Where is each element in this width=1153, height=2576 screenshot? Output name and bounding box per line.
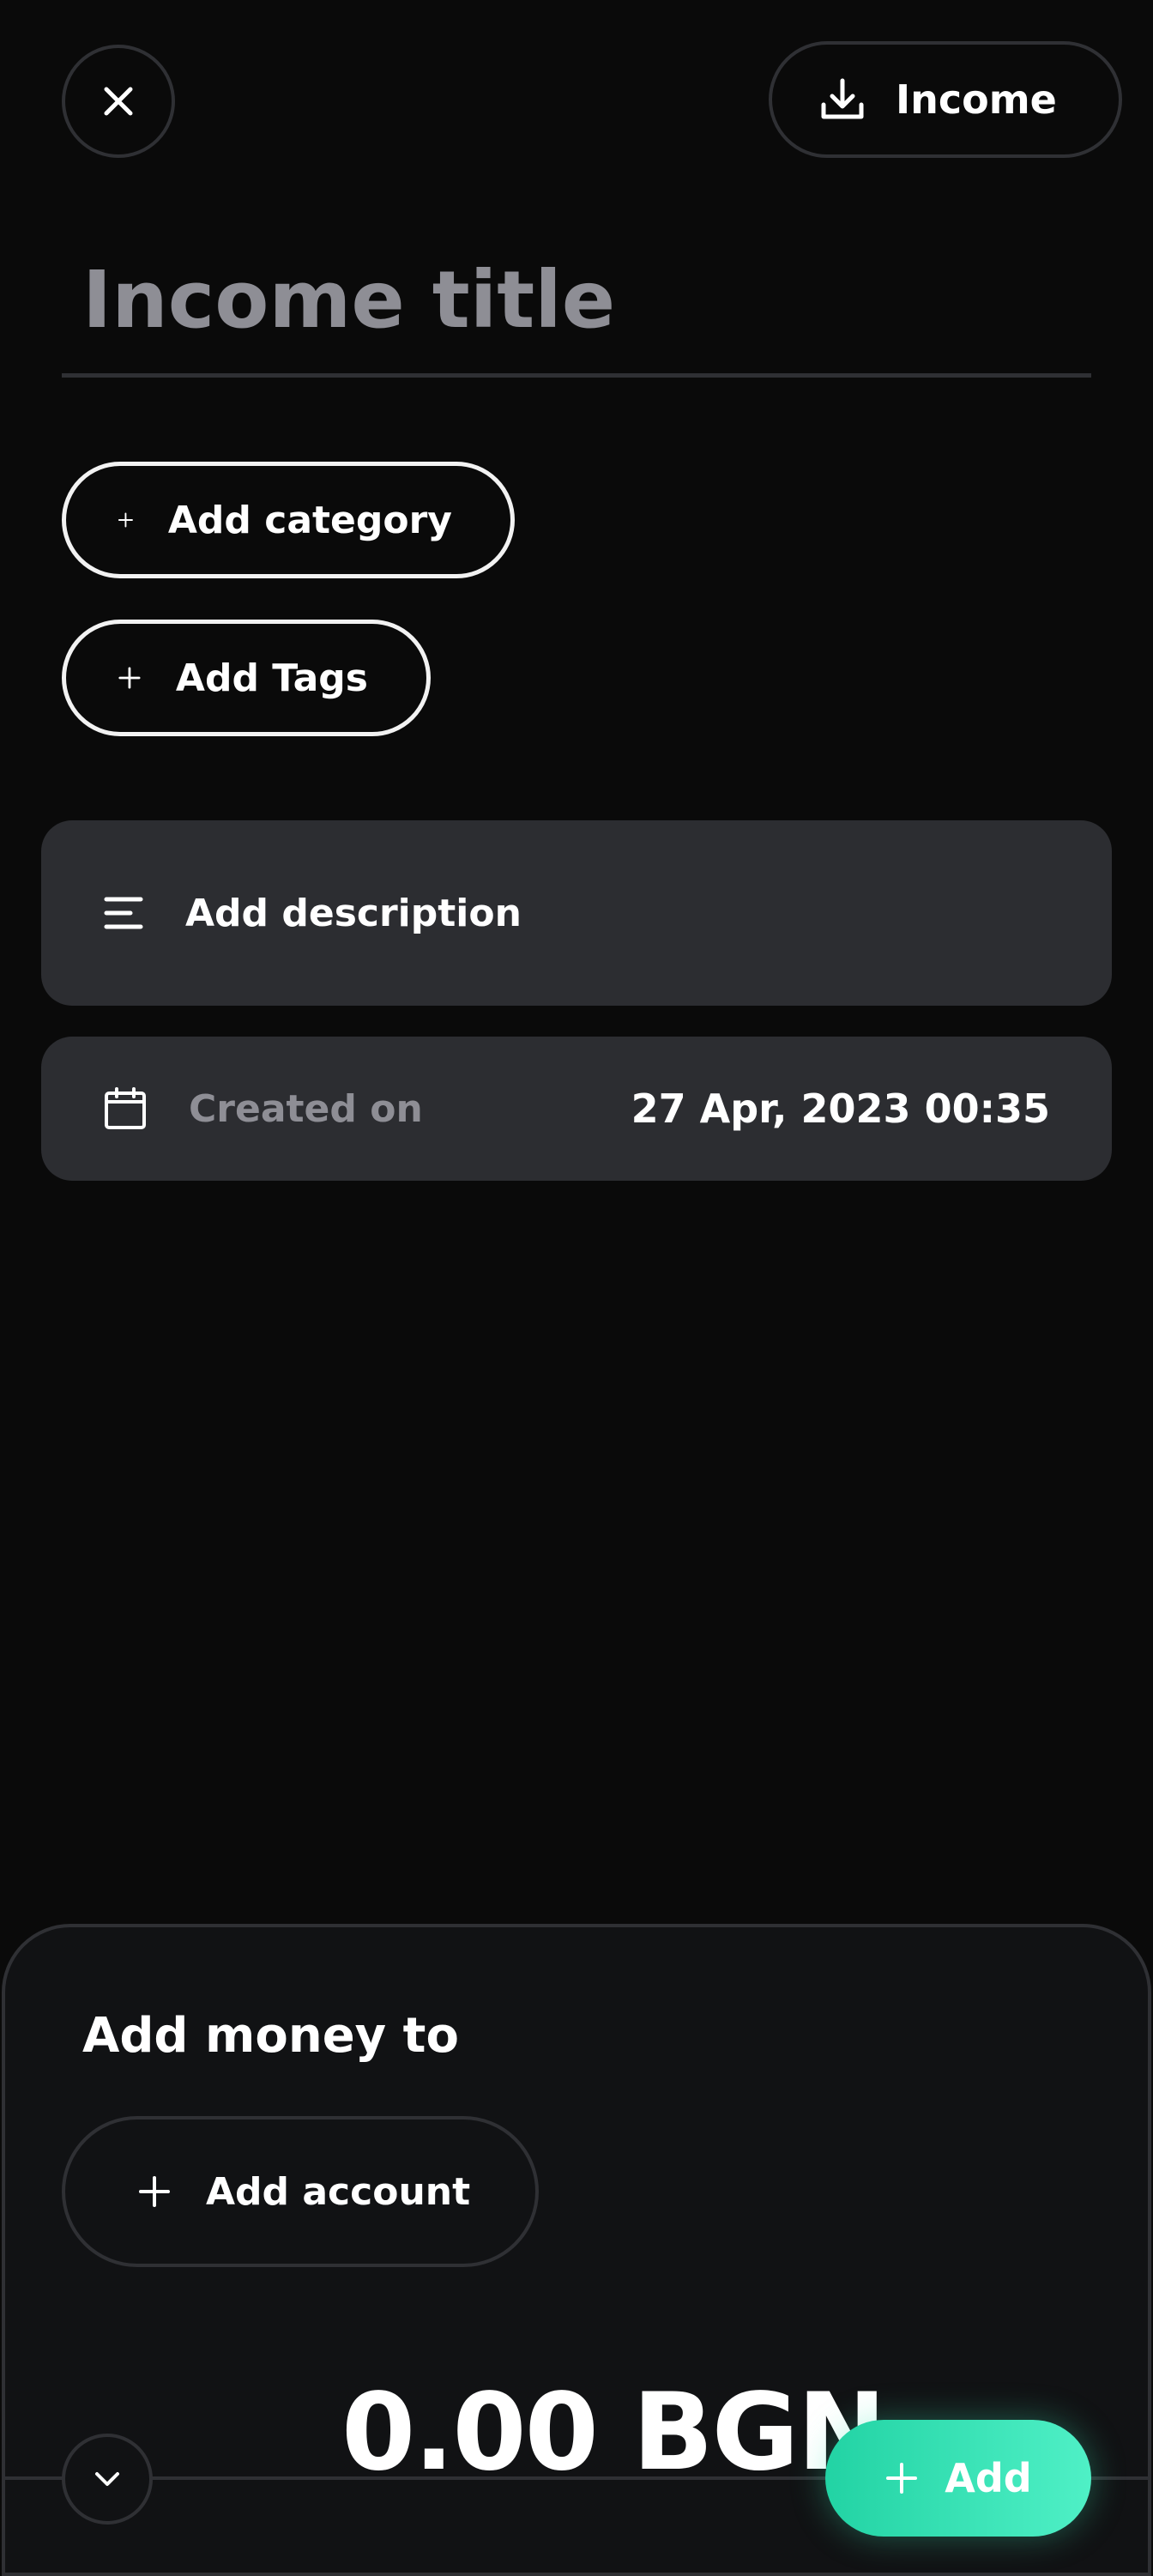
add-tags-button[interactable]: Add Tags: [62, 620, 431, 736]
add-category-button[interactable]: Add category: [62, 462, 515, 578]
sheet-title: Add money to: [82, 2008, 459, 2064]
download-icon: [821, 78, 864, 119]
calendar-icon: [105, 1087, 146, 1129]
plus-icon: [118, 512, 133, 528]
created-on-card[interactable]: Created on 27 Apr, 2023 00:35: [41, 1037, 1112, 1181]
add-tags-label: Add Tags: [175, 656, 368, 700]
chevron-down-icon: [95, 2472, 119, 2486]
add-description-label: Add description: [185, 891, 522, 935]
add-account-button[interactable]: Add account: [62, 2116, 539, 2267]
plus-icon: [886, 2463, 918, 2494]
add-description-card[interactable]: Add description: [41, 820, 1112, 1006]
transaction-type-label: Income: [896, 76, 1057, 123]
add-account-label: Add account: [206, 2169, 471, 2214]
amount-value: 0.00 BGN: [341, 2371, 886, 2478]
plus-icon: [139, 2176, 170, 2207]
collapse-sheet-button[interactable]: [62, 2434, 153, 2525]
add-transaction-label: Add: [945, 2455, 1032, 2501]
menu-lines-icon: [104, 897, 143, 929]
income-title-input[interactable]: [62, 227, 1091, 378]
plus-icon: [118, 667, 141, 689]
transaction-type-button[interactable]: Income: [769, 41, 1122, 158]
add-category-label: Add category: [167, 498, 452, 542]
close-icon: [104, 87, 133, 116]
add-transaction-button[interactable]: Add: [825, 2420, 1091, 2537]
close-button[interactable]: [62, 45, 175, 158]
created-on-label: Created on: [189, 1086, 423, 1131]
created-on-value: 27 Apr, 2023 00:35: [631, 1085, 1050, 1132]
